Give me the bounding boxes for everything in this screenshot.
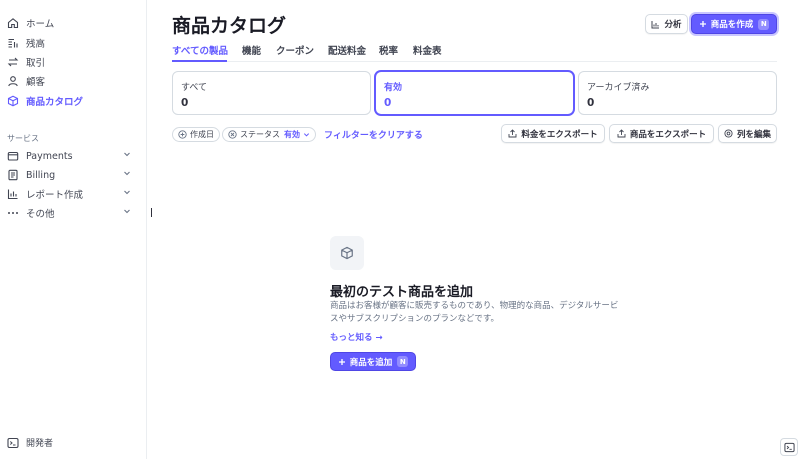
export-prices-label: 料金をエクスポート	[521, 129, 598, 140]
export-icon	[508, 129, 517, 138]
sidebar-item-label: Payments	[26, 150, 73, 162]
status-card-all[interactable]: すべて 0	[172, 71, 371, 115]
empty-state-title: 最初のテスト商品を追加	[330, 285, 474, 300]
status-card-count: 0	[384, 97, 392, 109]
tab-shipping-rates[interactable]: 配送料金	[328, 43, 366, 57]
created-date-filter[interactable]: 作成日	[172, 127, 220, 142]
edit-columns-button[interactable]: 列を編集	[718, 124, 777, 143]
created-date-filter-label: 作成日	[190, 130, 214, 139]
sidebar-item-label: その他	[26, 209, 55, 220]
empty-state-description: 商品はお客様が顧客に販売するものであり、物理的な商品、デジタルサービスやサブスク…	[330, 301, 619, 324]
chevron-down-icon[interactable]	[123, 188, 131, 199]
analytics-label: 分析	[664, 20, 682, 30]
sidebar-item-label: Billing	[26, 169, 56, 181]
export-products-label: 商品をエクスポート	[629, 129, 707, 140]
transactions-icon	[7, 56, 19, 68]
wallet-icon	[7, 150, 19, 162]
status-filter-label: ステータス	[240, 130, 280, 139]
edit-columns-label: 列を編集	[736, 129, 771, 140]
customer-icon	[7, 75, 19, 87]
add-product-button[interactable]: 商品を追加 N	[330, 352, 416, 371]
tab-coupons[interactable]: クーポン	[276, 43, 314, 57]
shortcut-badge: N	[397, 356, 409, 367]
chevron-down-icon[interactable]	[123, 207, 131, 218]
sidebar-item-label: 取引	[26, 58, 46, 69]
status-card-label: 有効	[384, 83, 403, 93]
developer-label: 開発者	[26, 439, 54, 449]
report-icon	[7, 188, 19, 200]
sidebar-item-label: ホーム	[26, 19, 55, 30]
clear-circle-icon[interactable]	[228, 130, 237, 139]
status-card-label: アーカイブ済み	[587, 83, 650, 93]
page-title: 商品カタログ	[172, 15, 287, 37]
box-icon	[330, 236, 364, 270]
gear-icon	[724, 129, 733, 138]
product-tabs: すべての製品 機能 クーポン 配送料金 税率 料金表	[172, 41, 777, 62]
chart-icon	[651, 20, 660, 29]
billing-icon	[7, 169, 19, 181]
sidebar-item-label: レポート作成	[26, 190, 84, 201]
chevron-down-icon[interactable]	[123, 169, 131, 180]
analytics-button[interactable]: 分析	[645, 14, 688, 34]
status-card-count: 0	[181, 97, 189, 109]
status-card-archived[interactable]: アーカイブ済み 0	[578, 71, 777, 115]
sidebar: ホーム 残高 取引 顧客 商品カタログ サービス Payments Billin…	[0, 0, 147, 459]
terminal-icon	[7, 437, 19, 449]
terminal-button[interactable]	[780, 438, 798, 456]
sidebar-item-transactions[interactable]: 取引	[7, 54, 45, 70]
balance-icon	[7, 37, 19, 49]
sidebar-item-payments[interactable]: Payments	[7, 148, 140, 164]
developer-link[interactable]: 開発者	[7, 436, 53, 449]
status-card-count: 0	[587, 97, 595, 109]
tab-all-products[interactable]: すべての製品	[172, 43, 228, 57]
status-card-label: すべて	[181, 83, 208, 93]
plus-icon	[338, 358, 346, 366]
box-icon	[7, 95, 19, 107]
tab-features[interactable]: 機能	[242, 43, 261, 57]
section-label-services: サービス	[7, 134, 39, 143]
status-filter[interactable]: ステータス 有効	[222, 127, 316, 142]
clear-filters-link[interactable]: フィルターをクリアする	[324, 128, 423, 141]
shortcut-badge: N	[758, 18, 770, 30]
terminal-icon	[783, 442, 795, 453]
sidebar-item-balance[interactable]: 残高	[7, 35, 45, 51]
chevron-down-icon	[303, 131, 310, 138]
add-product-label: 商品を追加	[349, 357, 393, 368]
status-card-active[interactable]: 有効 0	[375, 71, 574, 115]
sidebar-item-more[interactable]: その他	[7, 205, 140, 221]
export-icon	[617, 129, 626, 138]
active-tab-indicator	[172, 60, 227, 62]
sidebar-item-label: 残高	[26, 39, 46, 50]
text-caret	[151, 208, 152, 217]
sidebar-item-product-catalog[interactable]: 商品カタログ	[7, 93, 83, 109]
export-products-button[interactable]: 商品をエクスポート	[609, 124, 714, 143]
tab-pricing-tables[interactable]: 料金表	[413, 43, 442, 57]
export-prices-button[interactable]: 料金をエクスポート	[501, 124, 605, 143]
home-icon	[7, 17, 19, 29]
tab-tax-rates[interactable]: 税率	[379, 43, 398, 57]
add-circle-icon	[178, 130, 187, 139]
create-product-button[interactable]: 商品を作成 N	[691, 14, 777, 34]
sidebar-item-home[interactable]: ホーム	[7, 15, 54, 31]
sidebar-item-reports[interactable]: レポート作成	[7, 186, 140, 202]
sidebar-item-label: 商品カタログ	[26, 97, 84, 108]
plus-icon	[699, 20, 707, 28]
sidebar-item-customers[interactable]: 顧客	[7, 73, 45, 89]
status-filter-value: 有効	[284, 130, 300, 139]
sidebar-item-billing[interactable]: Billing	[7, 167, 140, 183]
more-icon	[7, 207, 19, 219]
create-product-label: 商品を作成	[710, 20, 754, 30]
sidebar-item-label: 顧客	[26, 77, 46, 88]
chevron-down-icon[interactable]	[123, 150, 131, 161]
learn-more-link[interactable]: もっと知る →	[330, 331, 383, 343]
